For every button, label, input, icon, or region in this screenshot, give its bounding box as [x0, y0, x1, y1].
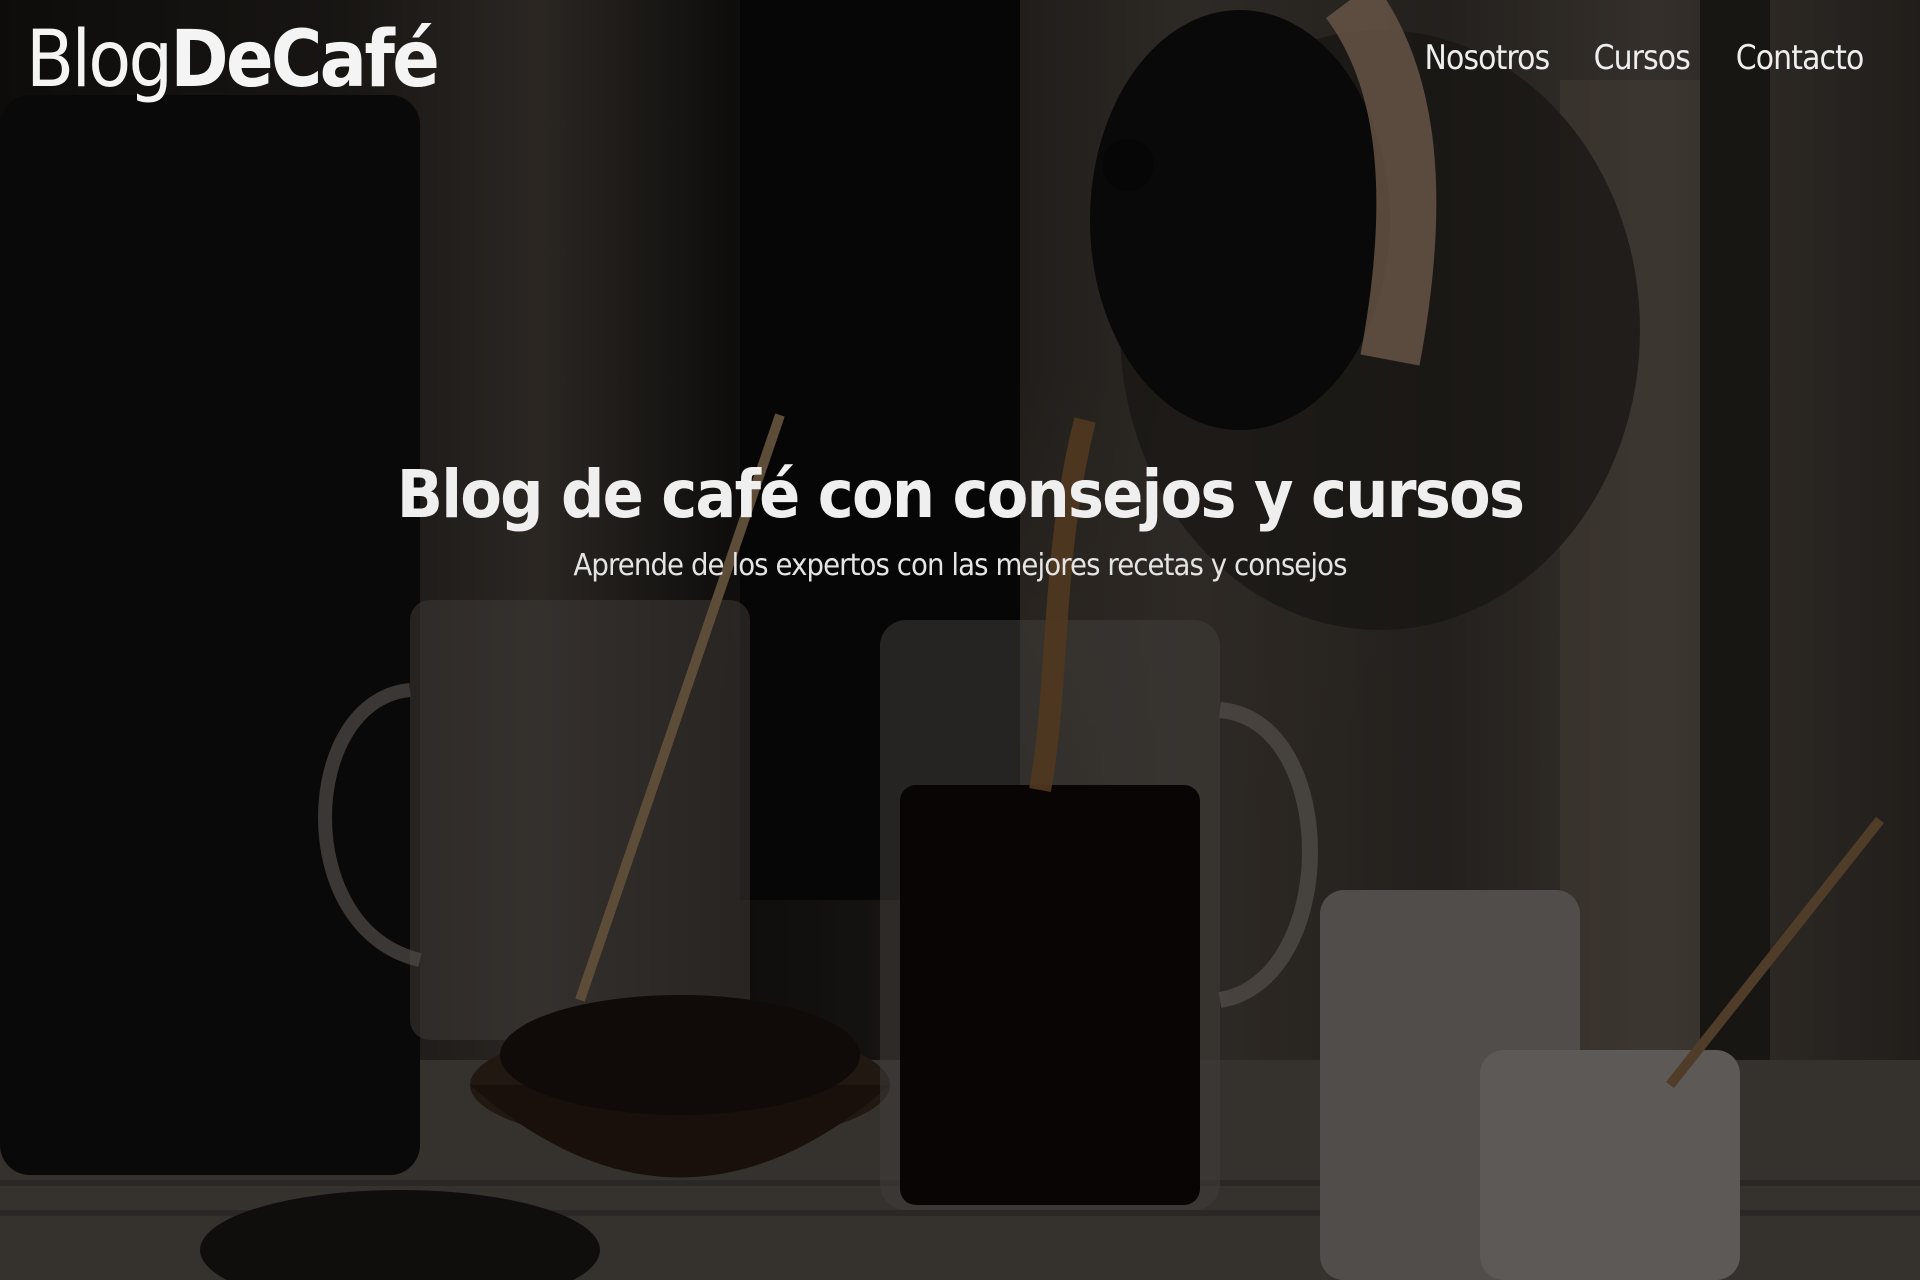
hero-title: Blog de café con consejos y cursos: [396, 456, 1525, 533]
main-navigation: Nosotros Cursos Contacto: [1416, 38, 1872, 78]
nav-link-contacto[interactable]: Contacto: [1736, 38, 1865, 78]
nav-link-cursos[interactable]: Cursos: [1594, 38, 1691, 78]
hero-dark-overlay: [0, 0, 1920, 1280]
site-logo[interactable]: Blog DeCafé: [26, 15, 440, 105]
nav-link-nosotros[interactable]: Nosotros: [1424, 38, 1550, 78]
hero-content: Blog de café con consejos y cursos Apren…: [0, 455, 1920, 583]
site-header: Blog DeCafé Nosotros Cursos Contacto: [0, 0, 1920, 130]
logo-text-blog: Blog: [26, 15, 173, 105]
hero-subtitle: Aprende de los expertos con las mejores …: [573, 548, 1347, 584]
hero-section: Blog DeCafé Nosotros Cursos Contacto Blog…: [0, 0, 1920, 1280]
logo-text-decafe: DeCafé: [170, 15, 439, 105]
